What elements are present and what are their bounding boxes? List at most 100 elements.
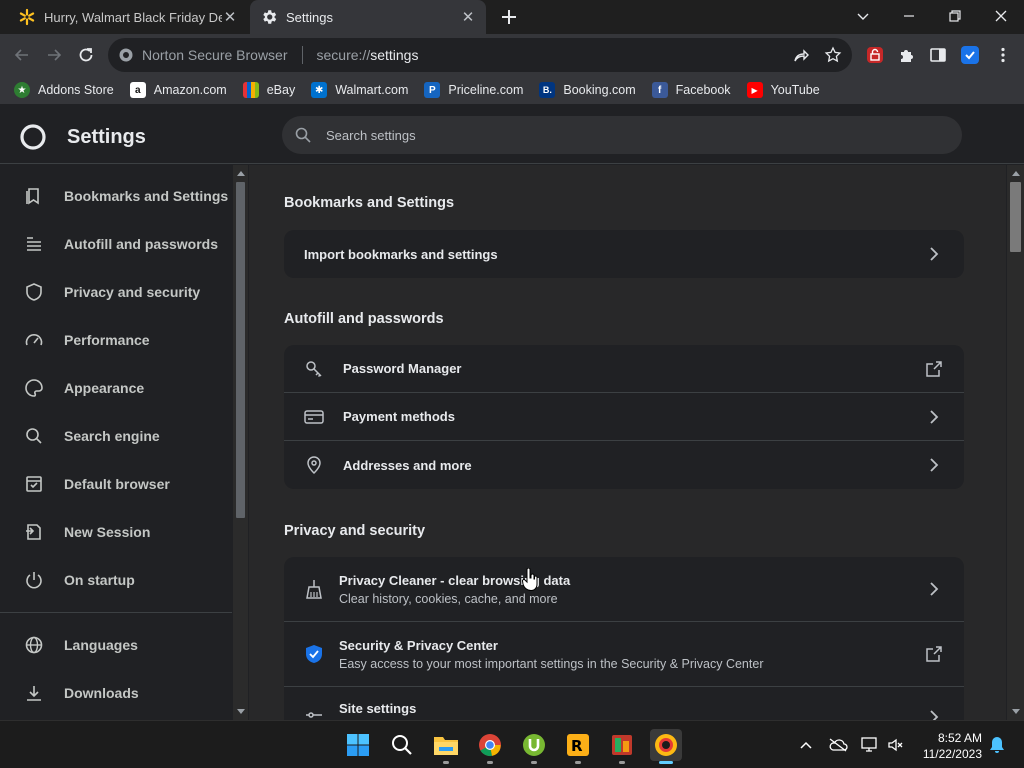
tab-title: Settings (286, 9, 333, 25)
sidebar-item-search-engine[interactable]: Search engine (0, 416, 232, 456)
restore-button[interactable] (942, 4, 968, 28)
search-input[interactable] (326, 127, 926, 143)
section-title-privacy: Privacy and security (284, 523, 426, 539)
share-button[interactable] (790, 44, 812, 66)
gear-icon (260, 8, 278, 26)
scroll-up-arrow-icon[interactable] (233, 166, 248, 180)
address-bar[interactable]: Norton Secure Browser secure:// settings (108, 38, 852, 72)
star-icon (824, 46, 842, 63)
bookmark-ebay[interactable]: eBay (242, 82, 296, 98)
power-icon (26, 572, 42, 589)
extension-red-button[interactable] (864, 44, 886, 66)
rockstar-launcher-button[interactable]: R (562, 729, 594, 761)
shield-check-icon (304, 644, 324, 664)
sidebar-item-label: Performance (64, 332, 150, 348)
reload-button[interactable] (74, 43, 98, 67)
bookmark-walmart[interactable]: ✱ Walmart.com (311, 82, 408, 98)
notifications-button[interactable] (987, 735, 1007, 755)
sidebar-item-on-startup[interactable]: On startup (0, 560, 232, 600)
game-app-button[interactable] (606, 729, 638, 761)
back-button[interactable] (10, 43, 34, 67)
arrow-right-icon (48, 49, 62, 61)
clock-date: 11/22/2023 (922, 747, 982, 761)
bookmark-label: eBay (266, 83, 296, 97)
url-scheme: secure:// (316, 47, 371, 63)
card-autofill: Password Manager Payment methods Address… (284, 345, 964, 489)
bookmark-youtube[interactable]: ▶ YouTube (746, 82, 820, 98)
payment-methods-row[interactable]: Payment methods (284, 393, 964, 441)
speaker-muted-icon (888, 738, 903, 752)
bookmarks-bar: ★ Addons Store a Amazon.com eBay ✱ Walma… (0, 76, 1024, 104)
tab-search-button[interactable] (850, 4, 876, 28)
tab-walmart[interactable]: Hurry, Walmart Black Friday Dea ✕ (8, 0, 248, 34)
minimize-button[interactable] (896, 4, 922, 28)
volume-tray-icon[interactable] (886, 735, 906, 755)
extensions-button[interactable] (896, 44, 918, 66)
network-tray-icon[interactable] (860, 735, 880, 755)
site-settings-row[interactable]: Site settings (284, 687, 964, 720)
scroll-down-arrow-icon[interactable] (233, 704, 248, 718)
sidebar-item-bookmarks-and-settings[interactable]: Bookmarks and Settings (0, 176, 232, 216)
sidebar-item-label: On startup (64, 572, 135, 588)
sidebar-item-autofill[interactable]: Autofill and passwords (0, 224, 232, 264)
reload-icon (79, 48, 93, 62)
file-explorer-button[interactable] (430, 729, 462, 761)
rockstar-icon: R (567, 734, 589, 756)
bookmark-priceline[interactable]: P Priceline.com (424, 82, 523, 98)
close-icon[interactable]: ✕ (222, 9, 238, 26)
onedrive-tray-icon[interactable] (828, 735, 848, 755)
sidebar-item-performance[interactable]: Performance (0, 320, 232, 360)
bookmark-facebook[interactable]: f Facebook (651, 82, 731, 98)
tab-settings[interactable]: Settings ✕ (250, 0, 486, 34)
bookmark-amazon[interactable]: a Amazon.com (129, 82, 227, 98)
bookmark-booking[interactable]: B. Booking.com (539, 82, 636, 98)
security-privacy-center-row[interactable]: Security & Privacy Center Easy access to… (284, 622, 964, 687)
more-vertical-icon (1001, 47, 1005, 63)
taskbar-search-button[interactable] (386, 729, 418, 761)
menu-button[interactable] (992, 44, 1014, 66)
sidebar-item-new-session[interactable]: New Session (0, 512, 232, 552)
import-bookmarks-row[interactable]: Import bookmarks and settings (284, 230, 964, 278)
chrome-button[interactable] (474, 729, 506, 761)
norton-shield-button[interactable] (959, 44, 981, 66)
main-scrollbar-thumb[interactable] (1010, 182, 1021, 252)
close-icon[interactable]: ✕ (460, 9, 476, 26)
autofill-list-icon (27, 237, 41, 251)
sidebar-scrollbar-thumb[interactable] (236, 182, 245, 518)
sidebar-item-default-browser[interactable]: Default browser (0, 464, 232, 504)
windows-taskbar: R 8:52 AM 11/22/2023 (0, 720, 1024, 768)
password-manager-row[interactable]: Password Manager (284, 345, 964, 393)
sidebar-item-privacy[interactable]: Privacy and security (0, 272, 232, 312)
toolbar: Norton Secure Browser secure:// settings (0, 34, 1024, 76)
close-window-button[interactable] (988, 4, 1014, 28)
external-link-icon (924, 359, 944, 379)
norton-browser-button[interactable] (650, 729, 682, 761)
sidebar-item-label: Bookmarks and Settings (64, 188, 229, 204)
addresses-row[interactable]: Addresses and more (284, 441, 964, 489)
sidebar-item-label: Downloads (64, 685, 139, 701)
omnibox-brand: Norton Secure Browser (142, 47, 288, 63)
chevron-right-icon (924, 707, 944, 720)
ebay-icon (242, 82, 259, 98)
chevron-up-icon (800, 741, 812, 749)
norton-logo-icon (20, 124, 46, 150)
sidebar-item-languages[interactable]: Languages (0, 625, 232, 665)
settings-search-box[interactable] (282, 116, 962, 154)
new-tab-button[interactable] (498, 6, 520, 28)
sidebar-item-downloads[interactable]: Downloads (0, 673, 232, 713)
utorrent-button[interactable] (518, 729, 550, 761)
side-panel-button[interactable] (927, 44, 949, 66)
privacy-cleaner-row[interactable]: Privacy Cleaner - clear browsing data Cl… (284, 557, 964, 622)
scroll-up-arrow-icon[interactable] (1008, 166, 1023, 180)
show-hidden-icons-button[interactable] (796, 735, 816, 755)
sidebar-item-appearance[interactable]: Appearance (0, 368, 232, 408)
facebook-icon: f (651, 82, 668, 98)
bookmark-addons-store[interactable]: ★ Addons Store (14, 82, 114, 98)
forward-button[interactable] (42, 43, 66, 67)
start-button[interactable] (342, 729, 374, 761)
bookmark-star-button[interactable] (822, 44, 844, 66)
speedometer-icon (25, 334, 43, 346)
scroll-down-arrow-icon[interactable] (1008, 704, 1023, 718)
taskbar-clock[interactable]: 8:52 AM 11/22/2023 (914, 730, 982, 762)
running-indicator (619, 761, 625, 764)
